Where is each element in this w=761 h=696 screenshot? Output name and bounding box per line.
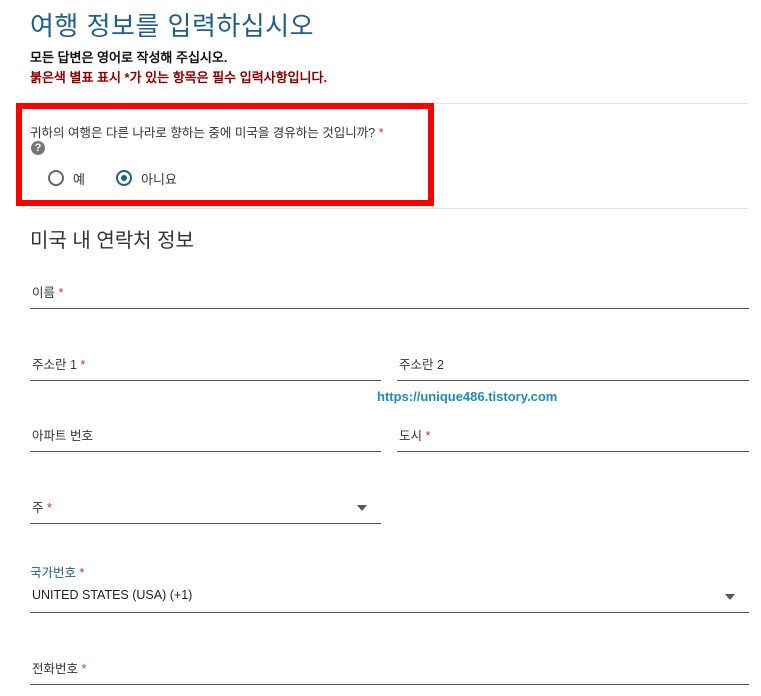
state-label: 주 * xyxy=(32,501,52,515)
country-code-value: UNITED STATES (USA) (+1) xyxy=(32,588,193,602)
divider xyxy=(30,208,749,209)
name-field[interactable]: 이름 * xyxy=(30,278,749,309)
highlight-box xyxy=(16,103,434,206)
name-label: 이름 * xyxy=(32,286,64,300)
phone-label: 전화번호 * xyxy=(32,662,87,676)
address2-field[interactable]: 주소란 2 xyxy=(397,350,749,381)
dropdown-caret-icon[interactable] xyxy=(725,594,735,600)
city-field[interactable]: 도시 * xyxy=(397,421,749,452)
required-note: 붉은색 별표 표시 *가 있는 항목은 필수 입력사항입니다. xyxy=(30,70,328,85)
apartment-label: 아파트 번호 xyxy=(32,429,93,443)
address1-field[interactable]: 주소란 1 * xyxy=(30,350,381,381)
watermark-text: https://unique486.tistory.com xyxy=(377,389,558,404)
apartment-field[interactable]: 아파트 번호 xyxy=(30,421,381,452)
page-title: 여행 정보를 입력하십시오 xyxy=(30,11,315,41)
dropdown-caret-icon[interactable] xyxy=(357,505,367,511)
phone-field[interactable]: 전화번호 * xyxy=(30,654,749,685)
country-code-label: 국가번호 * xyxy=(30,566,85,580)
address2-label: 주소란 2 xyxy=(399,358,444,372)
section-title: 미국 내 연락처 정보 xyxy=(30,230,194,252)
english-instruction: 모든 답변은 영어로 작성해 주십시오. xyxy=(30,50,228,65)
country-code-select[interactable]: UNITED STATES (USA) (+1) xyxy=(30,582,749,613)
state-select[interactable]: 주 * xyxy=(30,493,381,524)
address1-label: 주소란 1 * xyxy=(32,358,86,372)
city-label: 도시 * xyxy=(399,429,431,443)
